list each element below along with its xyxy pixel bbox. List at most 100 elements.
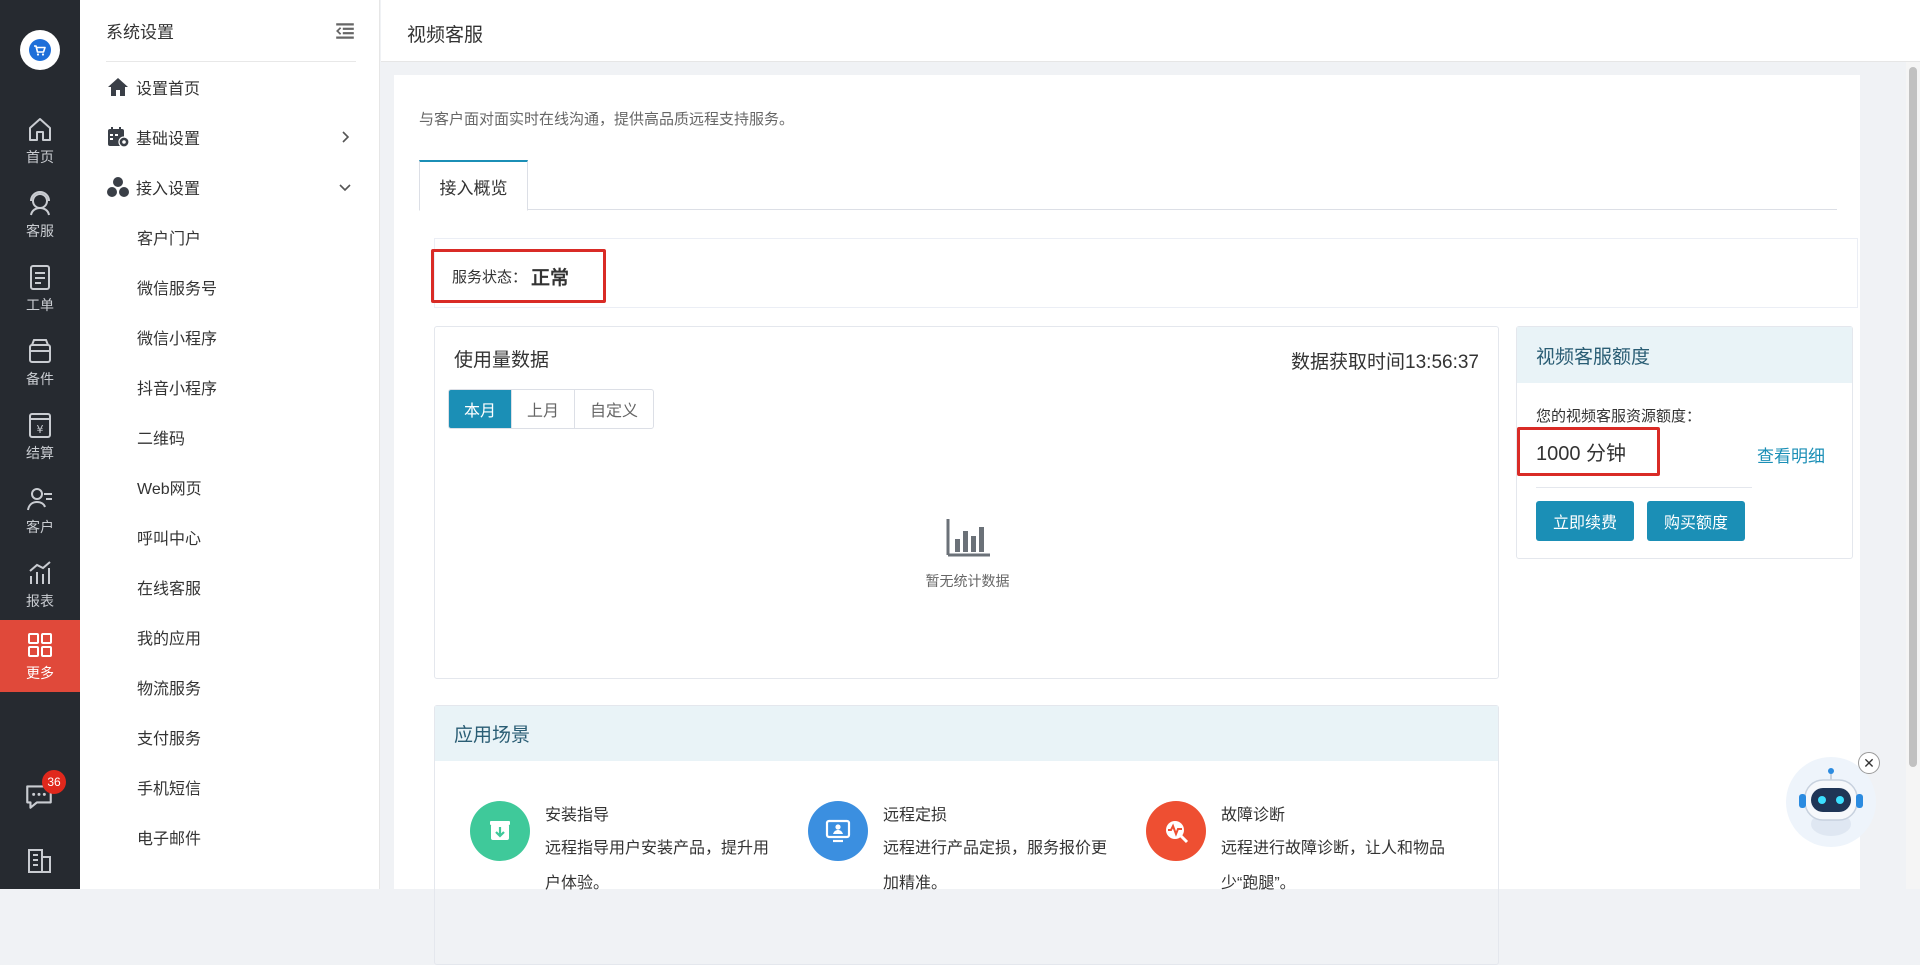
period-this-month[interactable]: 本月 — [449, 390, 512, 428]
svg-text:¥: ¥ — [37, 423, 44, 436]
box-icon — [29, 338, 51, 363]
monitor-user-icon — [808, 801, 868, 861]
sidebar-item-settings-home[interactable]: 设置首页 — [106, 62, 356, 112]
scenes-panel: 应用场景 安装指导 远程指导用户安装产品，提升用户体验。 远程定损 远程进行产品… — [434, 705, 1499, 965]
buy-quota-button[interactable]: 购买额度 — [1647, 501, 1746, 541]
sidebar-item-email[interactable]: 电子邮件 — [137, 812, 201, 862]
sidebar-header: 系统设置 — [106, 0, 356, 62]
settlement-icon: ¥ — [29, 412, 51, 438]
fetch-time: 数据获取时间13:56:37 — [1291, 352, 1479, 373]
tab-bar: 接入概览 — [419, 160, 1837, 211]
scene-title: 远程定损 — [883, 807, 948, 824]
renew-button[interactable]: 立即续费 — [1536, 501, 1635, 541]
diagnosis-search-icon — [1146, 801, 1206, 861]
report-icon — [29, 560, 51, 584]
quota-panel: 视频客服额度 您的视频客服资源额度： 1000 分钟 查看明细 立即续费 购买额… — [1516, 326, 1853, 559]
rail-item-parts[interactable]: 备件 — [0, 326, 80, 398]
rail-item-ticket[interactable]: 工单 — [0, 252, 80, 324]
sidebar-item-wechat-miniprogram[interactable]: 微信小程序 — [137, 312, 217, 362]
scene-desc: 远程指导用户安装产品，提升用户体验。 — [545, 840, 770, 892]
sidebar-item-customer-portal[interactable]: 客户门户 — [137, 212, 201, 262]
sidebar-item-basic-settings[interactable]: 基础设置 — [106, 112, 356, 162]
empty-text: 暂无统计数据 — [925, 573, 1010, 589]
house-icon — [108, 78, 128, 96]
status-value: 正常 — [531, 267, 570, 289]
settings-sidebar: 系统设置 设置首页 基础设置 接入设置 客户门户 微信服务号 微信小程序 抖音小… — [80, 0, 380, 889]
close-icon[interactable]: ✕ — [1858, 752, 1880, 774]
scrollbar-thumb[interactable] — [1909, 67, 1917, 767]
period-last-month[interactable]: 上月 — [511, 390, 574, 428]
home-icon — [29, 117, 51, 141]
empty-state: 暂无统计数据 — [435, 517, 1500, 591]
sidebar-item-call-center[interactable]: 呼叫中心 — [137, 512, 201, 562]
customer-icon — [27, 487, 52, 510]
sidebar-item-qrcode[interactable]: 二维码 — [137, 412, 185, 462]
rail-label: 备件 — [26, 370, 54, 387]
rail-item-more[interactable]: 更多 — [0, 620, 80, 692]
sidebar-item-sms[interactable]: 手机短信 — [137, 762, 201, 812]
rail-label: 工单 — [26, 296, 54, 313]
ticket-icon — [30, 264, 50, 290]
view-detail-link[interactable]: 查看明细 — [1757, 442, 1825, 467]
scenes-title: 应用场景 — [435, 706, 1498, 761]
rail-label: 客服 — [26, 222, 54, 239]
cluster-icon — [107, 177, 129, 197]
sidebar-title: 系统设置 — [106, 23, 174, 42]
service-status-panel — [434, 238, 1858, 308]
sidebar-item-payment[interactable]: 支付服务 — [137, 712, 201, 762]
quota-title: 视频客服额度 — [1517, 327, 1852, 383]
rail-label: 报表 — [26, 592, 54, 609]
sidebar-item-label: 接入设置 — [136, 181, 201, 198]
sidebar-item-access-settings[interactable]: 接入设置 — [106, 162, 356, 212]
calendar-gear-icon — [108, 127, 130, 148]
chat-badge: 36 — [42, 770, 66, 794]
sidebar-item-wechat-service[interactable]: 微信服务号 — [137, 262, 217, 312]
grid-icon — [28, 632, 52, 657]
building-icon[interactable] — [24, 845, 54, 880]
headset-icon — [30, 190, 50, 215]
rail-item-home[interactable]: 首页 — [0, 104, 80, 176]
divider — [1536, 487, 1752, 488]
page-scrollbar[interactable] — [1906, 62, 1920, 889]
service-status-highlight: 服务状态： 正常 — [431, 249, 606, 303]
quota-value: 1000 分钟 — [1536, 443, 1627, 465]
cart-logo-icon[interactable] — [20, 30, 60, 70]
period-selector: 本月 上月 自定义 — [448, 389, 655, 429]
sidebar-item-online-service[interactable]: 在线客服 — [137, 562, 201, 612]
scene-title: 安装指导 — [545, 807, 610, 824]
rail-label: 首页 — [26, 148, 54, 165]
install-download-icon — [470, 801, 530, 861]
page-header: 视频客服 — [381, 0, 1920, 62]
sidebar-item-web-page[interactable]: Web网页 — [137, 462, 202, 512]
usage-title: 使用量数据 — [454, 350, 550, 371]
rail-item-service[interactable]: 客服 — [0, 178, 80, 250]
sidebar-item-logistics[interactable]: 物流服务 — [137, 662, 201, 712]
sidebar-item-my-apps[interactable]: 我的应用 — [137, 612, 201, 662]
bar-chart-icon — [946, 519, 990, 557]
quota-value-highlight: 1000 分钟 — [1517, 427, 1660, 476]
chevron-down-icon — [339, 184, 351, 192]
sidebar-item-label: 基础设置 — [136, 131, 201, 148]
tab-access-overview[interactable]: 接入概览 — [419, 160, 528, 211]
scene-title: 故障诊断 — [1221, 807, 1286, 824]
main-nav-rail: 首页 客服 工单 备件 ¥ 结算 客户 报表 更多 36 — [0, 0, 80, 889]
rail-item-settlement[interactable]: ¥ 结算 — [0, 400, 80, 472]
main-content-card: 与客户面对面实时在线沟通，提供高品质远程支持服务。 接入概览 服务状态： 正常 … — [394, 75, 1860, 965]
rail-label: 更多 — [26, 664, 54, 681]
sidebar-item-label: 设置首页 — [136, 81, 201, 98]
rail-item-report[interactable]: 报表 — [0, 548, 80, 620]
collapse-menu-icon[interactable] — [334, 20, 356, 42]
period-custom[interactable]: 自定义 — [574, 390, 653, 428]
page-title: 视频客服 — [407, 25, 484, 46]
quota-label: 您的视频客服资源额度： — [1536, 408, 1702, 425]
rail-item-customer[interactable]: 客户 — [0, 474, 80, 546]
sidebar-item-douyin-miniprogram[interactable]: 抖音小程序 — [137, 362, 217, 412]
rail-label: 结算 — [26, 444, 54, 461]
rail-label: 客户 — [26, 518, 54, 535]
status-label: 服务状态： — [452, 268, 528, 286]
chevron-right-icon — [342, 131, 350, 143]
usage-data-panel: 使用量数据 数据获取时间13:56:37 本月 上月 自定义 暂无统计数据 — [434, 326, 1499, 679]
scene-desc: 远程进行产品定损，服务报价更加精准。 — [883, 840, 1108, 892]
scene-desc: 远程进行故障诊断，让人和物品少“跑腿”。 — [1221, 840, 1446, 892]
page-description: 与客户面对面实时在线沟通，提供高品质远程支持服务。 — [419, 111, 795, 128]
